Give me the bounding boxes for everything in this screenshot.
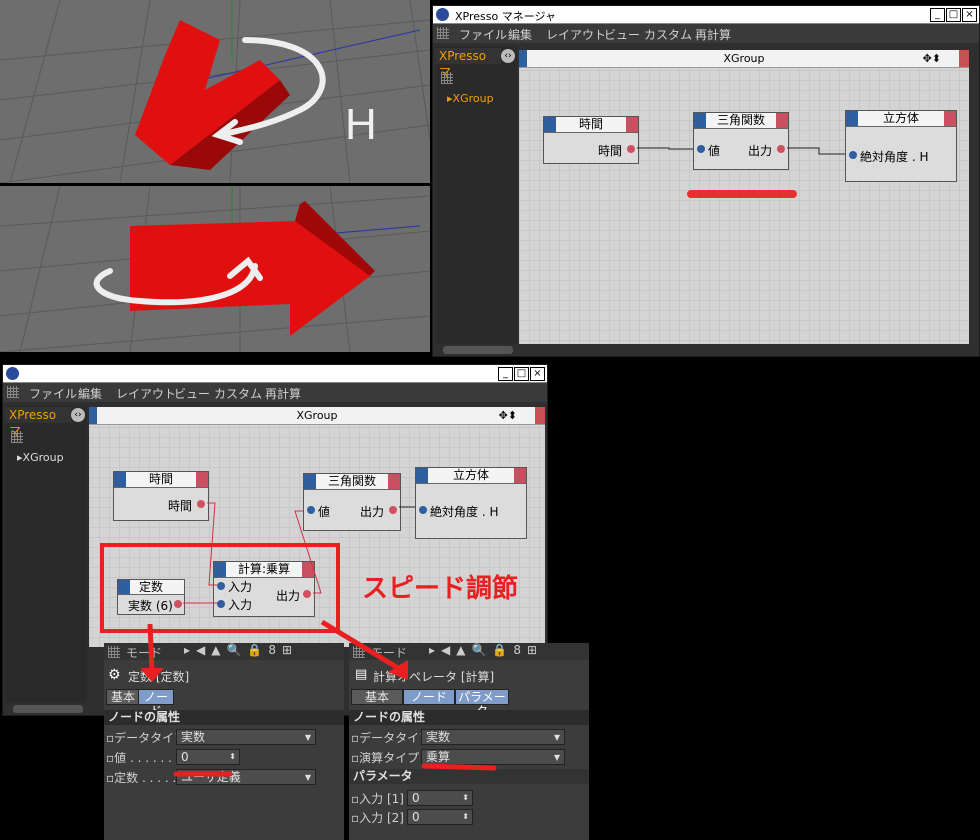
annotation-overlay (140, 619, 497, 777)
arrow-down-icon (140, 668, 164, 682)
